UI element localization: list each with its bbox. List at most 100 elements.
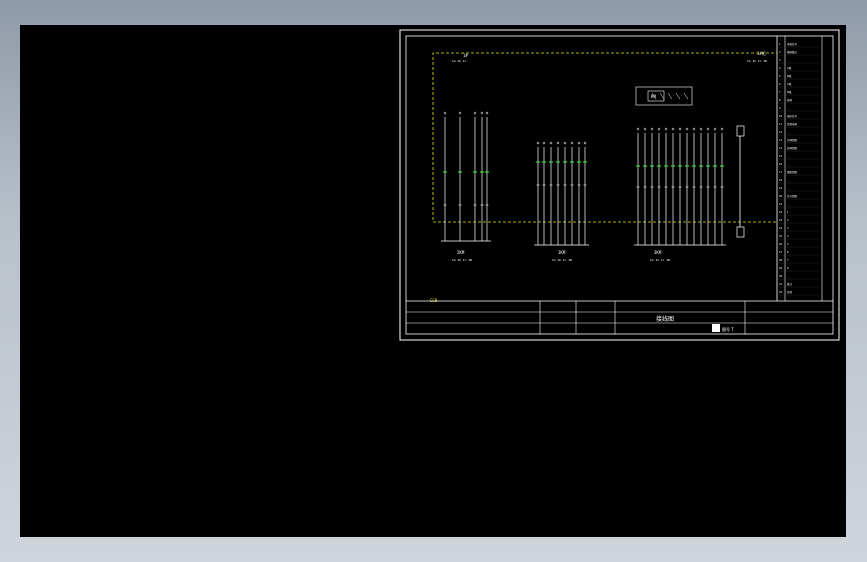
legend-row-number: 17 <box>779 170 783 174</box>
legend-row-number: 1 <box>779 42 781 46</box>
terminal-dot <box>671 127 675 131</box>
legend-row-number: 3 <box>779 58 781 62</box>
legend-row-number: 6 <box>779 82 781 86</box>
terminal-dot <box>643 127 647 131</box>
header-left-label: 1# <box>463 53 468 58</box>
legend-row-text: 辅助触点 <box>787 50 798 54</box>
legend-row-number: 16 <box>779 162 783 166</box>
legend-row-text: 5 <box>787 242 789 246</box>
cad-viewport[interactable]: 1 电流信号 2 辅助触点 3 4 A相 5 B相 6 C相 7 N线 8 接地 9 10 电压信号 11 控制电源 1… <box>20 25 846 537</box>
terminal-dot <box>570 141 574 145</box>
legend-row-text: 4 <box>787 234 789 238</box>
terminal-dot <box>577 141 581 145</box>
legend-row-text: 分闸回路 <box>787 146 798 150</box>
legend-row-number: 2 <box>779 50 781 54</box>
terminal-dot <box>706 127 710 131</box>
legend-row-text: 控制电源 <box>787 122 798 126</box>
terminal-dot <box>699 127 703 131</box>
terminal-dot <box>556 141 560 145</box>
sheet-inner-frame <box>405 35 834 335</box>
legend-row-number: 25 <box>779 234 783 238</box>
header-right-sub: Ia Ib Ic IN <box>747 59 767 63</box>
legend-row-text: 8 <box>787 266 789 270</box>
terminal-dot <box>720 127 724 131</box>
legend-row-text: A相 <box>787 66 792 70</box>
terminal-dot <box>685 127 689 131</box>
legend-row-text: 6 <box>787 250 789 254</box>
terminal-dot <box>713 127 717 131</box>
terminal-dot <box>583 141 587 145</box>
legend-row-number: 20 <box>779 194 783 198</box>
legend-row-text: 电流信号 <box>787 42 798 46</box>
legend-row-number: 21 <box>779 202 783 206</box>
legend-row-text: C相 <box>787 82 792 86</box>
legend-row-number: 24 <box>779 226 783 230</box>
cabinet-boundary-top <box>432 52 777 220</box>
group2-sub: Ia Ib Ic IN <box>552 258 572 262</box>
legend-row-text: 接地 <box>787 98 793 102</box>
legend-row-text: 备注 <box>787 282 793 286</box>
terminal-dot <box>657 127 661 131</box>
legend-row-text: 其他 <box>787 290 793 294</box>
electrical-drawing: 1 电流信号 2 辅助触点 3 4 A相 5 B相 6 C相 7 N线 8 接地 9 10 电压信号 11 控制电源 1… <box>399 29 840 341</box>
group3-sub: Ia Ib Ic IN <box>650 258 670 262</box>
legend-row-text: 3 <box>787 226 789 230</box>
legend-row-number: 30 <box>779 274 783 278</box>
terminal-dot <box>458 111 462 115</box>
switch-contact <box>675 92 681 100</box>
legend-row-text: 1 <box>787 210 789 214</box>
terminal-dot <box>536 141 540 145</box>
switch-contact <box>683 92 689 100</box>
terminal-dot <box>650 127 654 131</box>
fuse-bottom <box>736 226 745 238</box>
title-block: 接线图 图号 T <box>406 300 833 334</box>
legend-row-number: 11 <box>779 122 783 126</box>
legend-row-number: 13 <box>779 138 783 142</box>
terminal-dot <box>549 141 553 145</box>
terminal-dot <box>664 127 668 131</box>
legend-row-number: 8 <box>779 98 781 102</box>
legend-row-number: 7 <box>779 90 781 94</box>
terminal-dot <box>692 127 696 131</box>
legend-row-text: B相 <box>787 74 792 78</box>
title-block-sub: 图号 T <box>722 326 734 332</box>
group1-sub: Ia Ib Ic IN <box>452 258 472 262</box>
legend-entries: 1 电流信号 2 辅助触点 3 4 A相 5 B相 6 C相 7 N线 8 接地 9 10 电压信号 11 控制电源 1… <box>777 42 822 296</box>
group1-label: 2KM <box>457 250 465 255</box>
legend-row-text: 电压信号 <box>787 114 798 118</box>
legend-row-text: 储能回路 <box>787 170 798 174</box>
legend-row-text: 2 <box>787 218 789 222</box>
switch-contact <box>659 92 665 100</box>
legend-row-text: 合闸回路 <box>787 138 798 142</box>
legend-row-number: 31 <box>779 282 783 286</box>
legend-row-number: 29 <box>779 266 783 270</box>
switch-box-label: KM <box>651 94 656 99</box>
fuse-top <box>736 125 745 137</box>
terminal-group-2 <box>534 141 589 246</box>
legend-row-number: 5 <box>779 74 781 78</box>
legend-row-number: 26 <box>779 242 783 246</box>
terminal-dot <box>473 111 477 115</box>
group2-label: 1KM <box>558 250 566 255</box>
legend-row-text: N线 <box>787 90 792 94</box>
legend-row-text: 信号回路 <box>787 194 798 198</box>
legend-row-number: 12 <box>779 130 783 134</box>
legend-row-number: 10 <box>779 114 783 118</box>
legend-row-number: 18 <box>779 178 783 182</box>
group3-label: 3KM <box>654 250 662 255</box>
header-left-sub: Ia Ib Ic <box>452 59 467 63</box>
terminal-dot <box>542 141 546 145</box>
sheet-outer-frame <box>399 29 840 341</box>
terminal-dot <box>563 141 567 145</box>
switch-contact <box>667 92 673 100</box>
legend-row-number: 28 <box>779 258 783 262</box>
legend-row-number: 22 <box>779 210 783 214</box>
header-right-label: 1#柜 <box>757 50 766 56</box>
terminal-dot <box>480 111 484 115</box>
legend-row-number: 23 <box>779 218 783 222</box>
legend-row-number: 32 <box>779 290 783 294</box>
terminal-dot <box>636 127 640 131</box>
legend-row-number: 15 <box>779 154 783 158</box>
terminal-dot <box>678 127 682 131</box>
legend-row-number: 19 <box>779 186 783 190</box>
